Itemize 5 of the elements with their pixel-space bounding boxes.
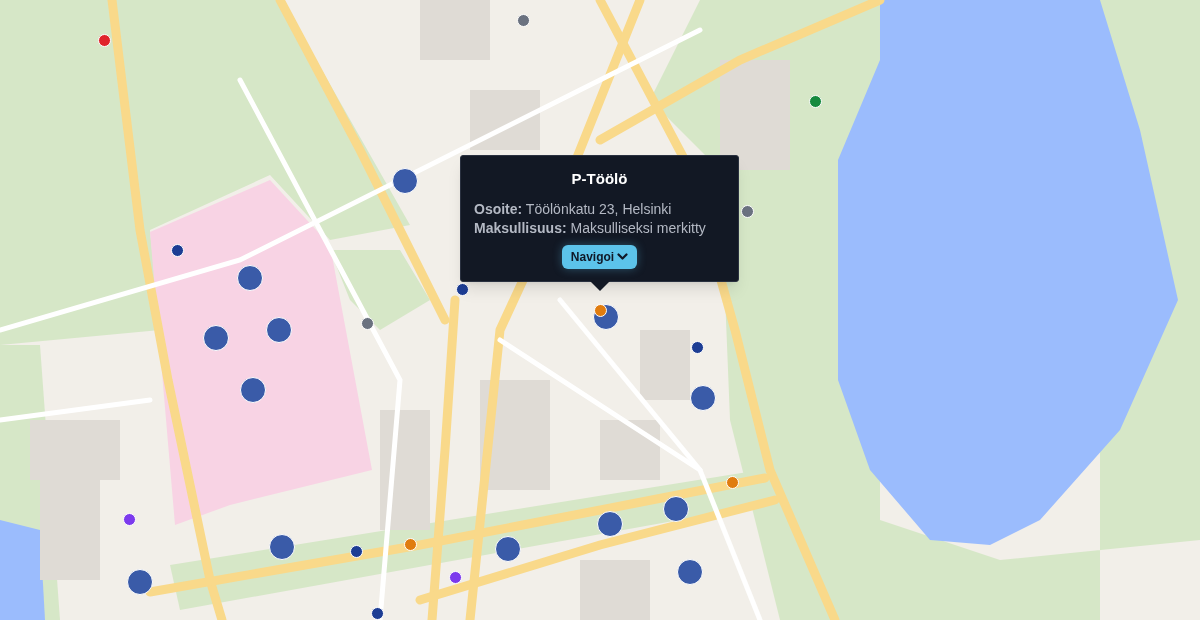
chevron-down-icon <box>617 253 629 261</box>
popup-detail-text: Osoite: Töölönkatu 23, Helsinki <box>474 200 673 219</box>
popup-detail-text: Maksullisuus: Maksulliseksi merkitty <box>474 219 707 238</box>
popup-title: P-Töölö <box>571 170 628 188</box>
navigate-button[interactable]: Navigoi <box>561 245 638 269</box>
